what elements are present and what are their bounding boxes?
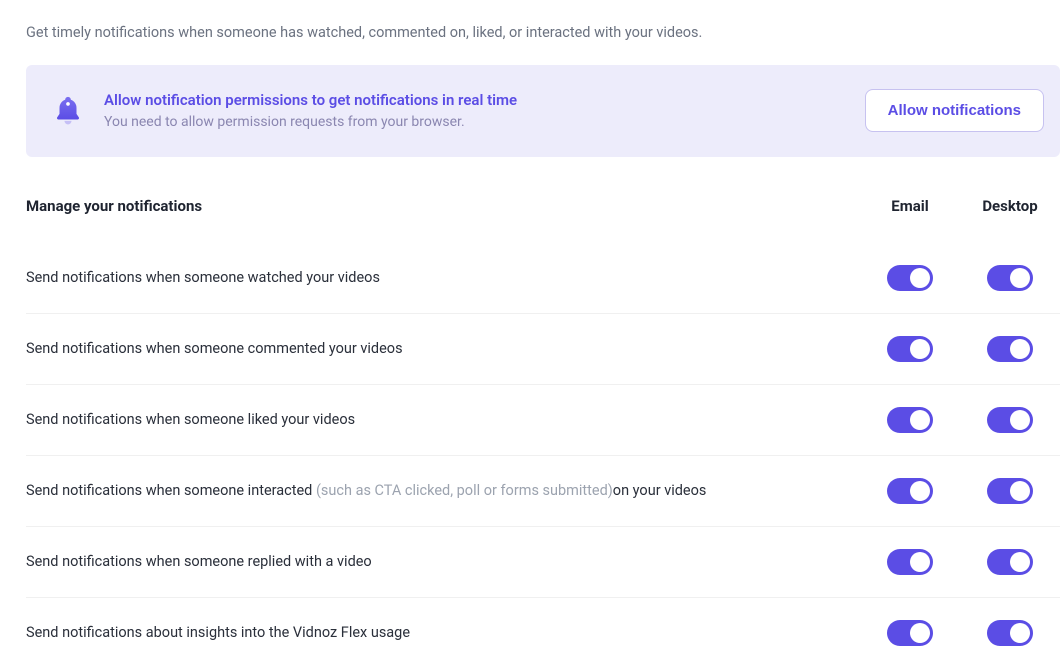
toggle-desktop-interacted[interactable] [987, 478, 1033, 504]
row-label: Send notifications when someone interact… [26, 482, 860, 499]
table-header: Manage your notifications Email Desktop [26, 185, 1060, 243]
toggle-email-interacted[interactable] [887, 478, 933, 504]
toggle-desktop-watched[interactable] [987, 265, 1033, 291]
banner-title: Allow notification permissions to get no… [104, 89, 517, 112]
toggle-desktop-commented[interactable] [987, 336, 1033, 362]
notification-row-replied: Send notifications when someone replied … [26, 527, 1060, 598]
manage-notifications-heading: Manage your notifications [26, 197, 860, 215]
notification-row-insights: Send notifications about insights into t… [26, 598, 1060, 668]
bell-icon [50, 93, 86, 129]
desktop-column-header: Desktop [960, 197, 1060, 215]
toggle-email-insights[interactable] [887, 620, 933, 646]
banner-subtitle: You need to allow permission requests fr… [104, 112, 517, 133]
row-label: Send notifications when someone watched … [26, 269, 860, 286]
permission-banner: Allow notification permissions to get no… [26, 65, 1060, 157]
toggle-desktop-insights[interactable] [987, 620, 1033, 646]
row-label: Send notifications about insights into t… [26, 624, 860, 641]
toggle-email-liked[interactable] [887, 407, 933, 433]
notification-row-commented: Send notifications when someone commente… [26, 314, 1060, 385]
toggle-desktop-replied[interactable] [987, 549, 1033, 575]
notification-row-liked: Send notifications when someone liked yo… [26, 385, 1060, 456]
notification-row-interacted: Send notifications when someone interact… [26, 456, 1060, 527]
row-label: Send notifications when someone liked yo… [26, 411, 860, 428]
row-label: Send notifications when someone commente… [26, 340, 860, 357]
email-column-header: Email [860, 197, 960, 215]
toggle-email-watched[interactable] [887, 265, 933, 291]
toggle-desktop-liked[interactable] [987, 407, 1033, 433]
notification-row-watched: Send notifications when someone watched … [26, 243, 1060, 314]
row-label: Send notifications when someone replied … [26, 553, 860, 570]
allow-notifications-button[interactable]: Allow notifications [865, 89, 1044, 132]
toggle-email-replied[interactable] [887, 549, 933, 575]
page-description: Get timely notifications when someone ha… [26, 0, 1060, 65]
toggle-email-commented[interactable] [887, 336, 933, 362]
